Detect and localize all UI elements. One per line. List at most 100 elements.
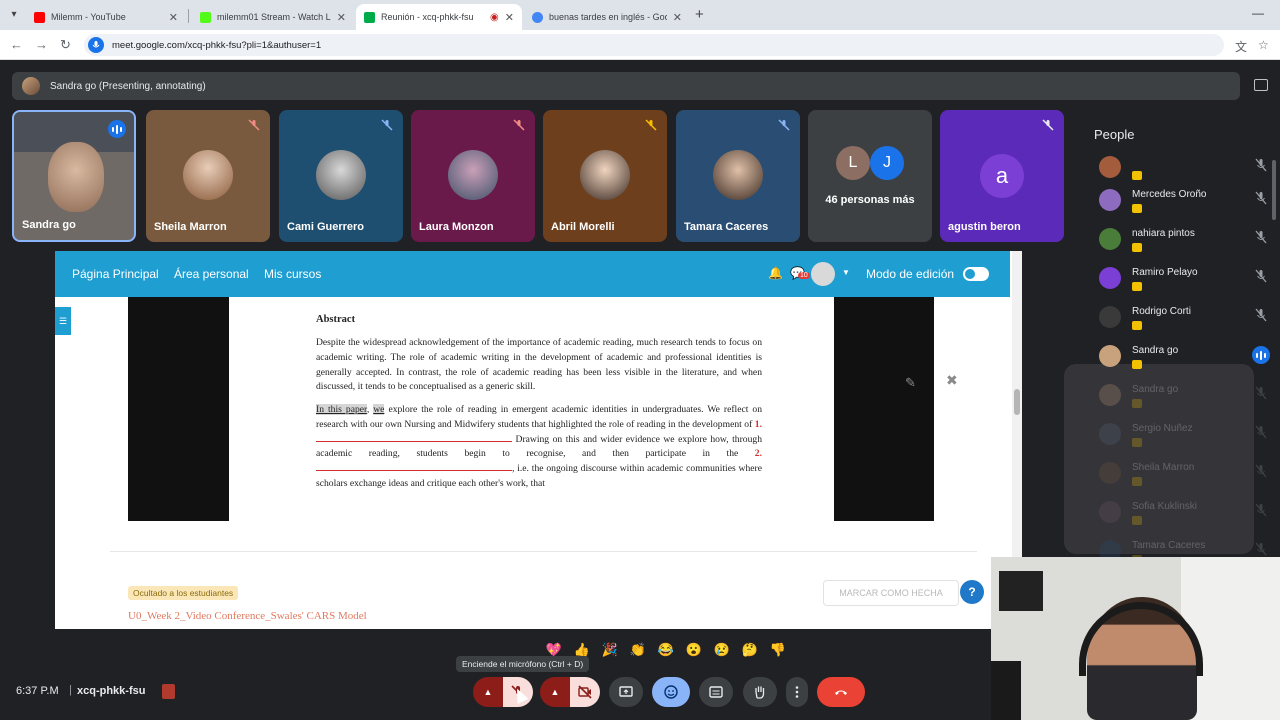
participant-tile-sandra[interactable]: Sandra go — [12, 110, 136, 242]
mic-off-icon — [381, 119, 393, 131]
participant-tile-cami[interactable]: Cami Guerrero — [279, 110, 403, 242]
blank-number: 2. — [754, 448, 762, 460]
speaking-indicator-icon — [108, 120, 126, 138]
address-bar: ← → ↻ meet.google.com/xcq-phkk-fsu?pli=1… — [0, 30, 1280, 60]
pdf-margin — [128, 297, 229, 521]
close-tab-icon[interactable]: ✕ — [337, 11, 346, 24]
mic-off-icon — [513, 119, 525, 131]
edit-mode-label: Modo de edición — [866, 267, 955, 281]
reaction-emoji-6[interactable]: 😢 — [711, 642, 733, 658]
close-icon[interactable]: ✖ — [946, 372, 958, 389]
reactions-button[interactable] — [652, 677, 690, 707]
people-list-item[interactable]: Ramiro Pelayo — [1075, 263, 1280, 302]
people-list-item[interactable]: nahiara pintos — [1075, 224, 1280, 263]
tab-google-search[interactable]: buenas tardes en inglés - Goog ✕ — [524, 4, 690, 30]
role-badge-icon — [1132, 438, 1142, 447]
self-view-video — [991, 557, 1280, 720]
activity-link[interactable]: U0_Week 2_Video Conference_Swales' CARS … — [128, 610, 367, 622]
participant-tile-laura[interactable]: Laura Monzon — [411, 110, 535, 242]
mic-off-icon — [1255, 542, 1267, 556]
omnibox[interactable]: meet.google.com/xcq-phkk-fsu?pli=1&authu… — [84, 34, 1224, 56]
people-list-item[interactable]: Rodrigo Corti — [1075, 302, 1280, 341]
reaction-emoji-5[interactable]: 😮 — [683, 642, 705, 658]
leave-call-button[interactable] — [817, 677, 865, 707]
avatar — [1099, 423, 1121, 445]
people-list-item[interactable]: Sandra go — [1075, 341, 1280, 380]
camera-toggle-button[interactable] — [570, 677, 600, 707]
reaction-emoji-3[interactable]: 👏 — [627, 642, 649, 658]
mic-site-icon[interactable] — [88, 37, 104, 53]
participant-name: Tamara Caceres — [684, 221, 769, 233]
nav-link-dashboard[interactable]: Área personal — [174, 267, 249, 281]
translate-icon[interactable]: 文 — [1235, 38, 1247, 55]
meet-icon — [364, 11, 375, 23]
forward-icon[interactable]: → — [35, 37, 48, 52]
avatar — [1099, 156, 1121, 178]
more-options-button[interactable] — [786, 677, 808, 707]
present-screen-button[interactable] — [609, 677, 643, 707]
reaction-emoji-4[interactable]: 😂 — [655, 642, 677, 658]
people-list-item[interactable]: Mercedes Oroño — [1075, 185, 1280, 224]
avatar — [1099, 189, 1121, 211]
people-list-item[interactable]: Sandra go — [1075, 380, 1280, 419]
people-list-item[interactable]: Sofia Kuklinski — [1075, 497, 1280, 536]
close-tab-icon[interactable]: ✕ — [673, 11, 682, 24]
role-badge-icon — [1132, 321, 1142, 330]
mic-off-icon — [1042, 119, 1054, 131]
bookmark-star-icon[interactable]: ☆ — [1258, 38, 1269, 52]
participant-tile-agustin[interactable]: a agustin beron — [940, 110, 1064, 242]
close-tab-icon[interactable]: ✕ — [505, 11, 514, 24]
edit-mode-toggle[interactable] — [963, 267, 989, 281]
reaction-emoji-7[interactable]: 🤔 — [739, 642, 761, 658]
avatar[interactable] — [811, 262, 835, 286]
participant-tile-sheila[interactable]: Sheila Marron — [146, 110, 270, 242]
tab-title: Milemm - YouTube — [51, 12, 126, 22]
person-name: Sergio Nuñez — [1132, 423, 1193, 434]
tab-title: milemm01 Stream - Watch Live — [217, 12, 331, 22]
minimize-icon[interactable]: — — [1252, 6, 1264, 20]
highlighted-text: we — [373, 404, 385, 415]
tab-kick-stream[interactable]: milemm01 Stream - Watch Live ✕ — [192, 4, 354, 30]
participant-tile-abril[interactable]: Abril Morelli — [543, 110, 667, 242]
role-badge-icon — [1132, 399, 1142, 408]
nav-link-my-courses[interactable]: Mis cursos — [264, 267, 321, 281]
more-participants-tile[interactable]: L J 46 personas más — [808, 110, 932, 242]
role-badge-icon — [1132, 243, 1142, 252]
reload-icon[interactable]: ↻ — [60, 37, 71, 53]
tab-search-icon[interactable]: ▾ — [6, 7, 22, 23]
reaction-emoji-8[interactable]: 👎 — [767, 642, 789, 658]
url-text[interactable]: meet.google.com/xcq-phkk-fsu?pli=1&authu… — [112, 40, 321, 51]
mic-off-icon — [248, 119, 260, 131]
back-icon[interactable]: ← — [10, 37, 23, 52]
drawer-toggle-icon[interactable]: ☰ — [55, 307, 71, 335]
people-list-item[interactable]: Sergio Nuñez — [1075, 419, 1280, 458]
new-tab-icon[interactable]: + — [695, 6, 704, 23]
role-badge-icon — [1132, 282, 1142, 291]
camera-off-icon — [578, 685, 592, 699]
video-options-button[interactable]: ▲ — [540, 677, 570, 707]
chevron-down-icon[interactable]: ▼ — [842, 268, 850, 277]
bell-icon[interactable]: 🔔 — [768, 266, 783, 280]
mark-as-done-button[interactable]: MARCAR COMO HECHA — [823, 580, 959, 606]
nav-link-home[interactable]: Página Principal — [72, 267, 159, 281]
people-list-item[interactable]: Sheila Marron — [1075, 458, 1280, 497]
mic-off-icon — [778, 119, 790, 131]
role-badge-icon — [1132, 360, 1142, 369]
avatar: a — [980, 154, 1024, 198]
captions-button[interactable] — [699, 677, 733, 707]
raise-hand-button[interactable] — [743, 677, 777, 707]
tab-meet[interactable]: Reunión - xcq-phkk-fsu ◉ ✕ — [356, 4, 522, 30]
avatar — [22, 77, 40, 95]
tab-youtube[interactable]: Milemm - YouTube ✕ — [26, 4, 186, 30]
audio-options-button[interactable]: ▲ — [473, 677, 503, 707]
participant-tile-tamara[interactable]: Tamara Caceres — [676, 110, 800, 242]
host-controls-icon[interactable] — [162, 684, 175, 699]
presenting-label: Sandra go (Presenting, annotating) — [50, 80, 206, 92]
reaction-emoji-2[interactable]: 🎉 — [599, 642, 621, 658]
pencil-icon[interactable]: ✎ — [905, 375, 916, 391]
close-tab-icon[interactable]: ✕ — [169, 11, 178, 24]
person-name: Mercedes Oroño — [1132, 189, 1207, 200]
help-button[interactable]: ? — [960, 580, 984, 604]
stop-presenting-icon[interactable] — [1254, 79, 1268, 91]
captions-icon — [709, 686, 723, 698]
